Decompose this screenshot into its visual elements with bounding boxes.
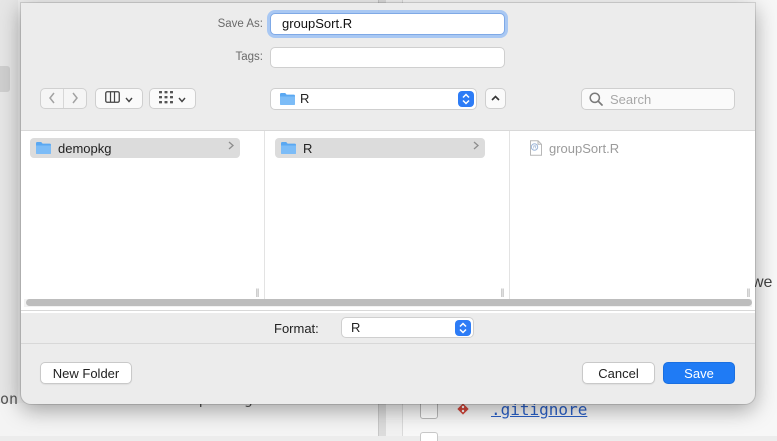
updown-chevron-icon (455, 320, 471, 336)
chevron-right-icon (71, 91, 79, 107)
browser-column: demopkg (21, 131, 250, 299)
horizontal-scrollbar[interactable] (24, 299, 752, 307)
column-divider[interactable]: || (741, 131, 755, 299)
cancel-button[interactable]: Cancel (582, 362, 655, 384)
file-name: groupSort.R (549, 140, 620, 156)
r-file-icon: R (529, 140, 543, 156)
search-field[interactable]: Search (581, 88, 735, 110)
resize-grip-icon[interactable]: || (741, 287, 755, 297)
background-file-checkbox-2[interactable] (420, 432, 438, 441)
resize-grip-icon[interactable]: || (250, 287, 264, 297)
chevron-down-icon (125, 91, 133, 106)
save-as-label: Save As: (217, 18, 263, 30)
grid-group-icon (159, 90, 173, 107)
view-mode-button[interactable] (95, 88, 143, 109)
tags-label: Tags: (235, 51, 264, 63)
file-row-groupsort[interactable]: R groupSort.R (524, 138, 724, 158)
folder-row-r[interactable]: R (275, 138, 485, 158)
folder-row-demopkg[interactable]: demopkg (30, 138, 240, 158)
search-icon (589, 92, 603, 109)
browser-column: R (266, 131, 495, 299)
format-value: R (351, 320, 361, 335)
resize-grip-icon[interactable]: || (495, 287, 509, 297)
divider (21, 310, 755, 311)
location-label: R (300, 91, 310, 106)
back-button[interactable] (41, 89, 63, 108)
chevron-up-icon (491, 93, 500, 104)
folder-name: demopkg (58, 140, 112, 156)
format-label: Format: (274, 321, 319, 336)
scrollbar-thumb[interactable] (26, 299, 752, 306)
chevron-left-icon (48, 91, 56, 107)
tags-input[interactable] (270, 47, 505, 68)
collapse-toggle-button[interactable] (485, 88, 506, 109)
updown-chevron-icon (458, 91, 474, 107)
search-placeholder: Search (610, 92, 652, 107)
column-divider[interactable]: || (495, 131, 510, 299)
background-sidebar-selection (0, 66, 10, 92)
save-as-input[interactable]: groupSort.R (270, 13, 505, 35)
save-button[interactable]: Save (663, 362, 735, 384)
background-partial-text: we (752, 274, 773, 291)
folder-name: R (303, 140, 313, 156)
column-browser: demopkg || R || R groupSort.R || (21, 130, 755, 313)
format-popup[interactable]: R (341, 317, 474, 338)
folder-icon (35, 141, 52, 155)
new-folder-button[interactable]: New Folder (40, 362, 132, 384)
folder-icon (279, 92, 296, 109)
chevron-right-icon (228, 141, 234, 153)
columns-view-icon (105, 91, 120, 106)
divider (21, 343, 755, 344)
save-dialog: Save As: groupSort.R Tags: R Search demo… (21, 3, 755, 404)
chevron-down-icon (178, 91, 186, 106)
folder-icon (280, 141, 297, 155)
column-divider[interactable]: || (250, 131, 265, 299)
browser-column: R groupSort.R (511, 131, 741, 299)
location-popup[interactable]: R (270, 88, 477, 110)
chevron-right-icon (473, 141, 479, 153)
forward-button[interactable] (63, 89, 86, 108)
git-file-icon (456, 402, 470, 416)
group-by-button[interactable] (149, 88, 196, 109)
back-forward-group (40, 88, 87, 109)
